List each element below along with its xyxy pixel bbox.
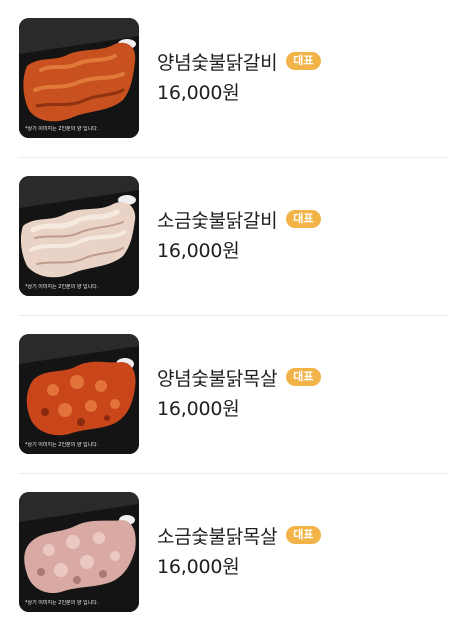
menu-item-photo: *상기 이미지는 2인분의 양 입니다. [19,492,139,612]
food-photo-illustration [19,334,139,454]
menu-item[interactable]: *상기 이미지는 2인분의 양 입니다. 양념숯불닭목살 대표 16,000원 [0,316,466,474]
menu-item-photo: *상기 이미지는 2인분의 양 입니다. [19,176,139,296]
signature-badge: 대표 [286,210,321,228]
image-caption: *상기 이미지는 2인분의 양 입니다. [25,284,99,290]
menu-name-row: 소금숯불닭갈비 대표 [157,204,321,234]
menu-item-info: 소금숯불닭갈비 대표 16,000원 [157,204,321,263]
image-caption: *상기 이미지는 2인분의 양 입니다. [25,126,99,132]
menu-item[interactable]: *상기 이미지는 2인분의 양 입니다. 양념숯불닭갈비 대표 16,000원 [0,0,466,158]
menu-name: 양념숯불닭갈비 [157,51,278,74]
menu-name-row: 양념숯불닭목살 대표 [157,362,321,392]
menu-item[interactable]: *상기 이미지는 2인분의 양 입니다. 소금숯불닭목살 대표 16,000원 [0,474,466,625]
menu-item[interactable]: *상기 이미지는 2인분의 양 입니다. 소금숯불닭갈비 대표 16,000원 [0,158,466,316]
signature-badge: 대표 [286,52,321,70]
menu-list: *상기 이미지는 2인분의 양 입니다. 양념숯불닭갈비 대표 16,000원 [0,0,466,625]
image-caption: *상기 이미지는 2인분의 양 입니다. [25,600,99,606]
menu-item-info: 소금숯불닭목살 대표 16,000원 [157,520,321,579]
menu-price: 16,000원 [157,82,240,104]
menu-price: 16,000원 [157,240,240,262]
menu-item-info: 양념숯불닭목살 대표 16,000원 [157,362,321,421]
menu-item-info: 양념숯불닭갈비 대표 16,000원 [157,46,321,105]
menu-price: 16,000원 [157,398,240,420]
food-photo-illustration [19,176,139,296]
signature-badge: 대표 [286,526,321,544]
menu-item-photo: *상기 이미지는 2인분의 양 입니다. [19,18,139,138]
menu-price: 16,000원 [157,556,240,578]
food-photo-illustration [19,492,139,612]
menu-name-row: 소금숯불닭목살 대표 [157,520,321,550]
menu-item-photo: *상기 이미지는 2인분의 양 입니다. [19,334,139,454]
signature-badge: 대표 [286,368,321,386]
menu-name-row: 양념숯불닭갈비 대표 [157,46,321,76]
food-photo-illustration [19,18,139,138]
menu-name: 소금숯불닭갈비 [157,209,278,232]
menu-name: 소금숯불닭목살 [157,525,278,548]
image-caption: *상기 이미지는 2인분의 양 입니다. [25,442,99,448]
menu-name: 양념숯불닭목살 [157,367,278,390]
